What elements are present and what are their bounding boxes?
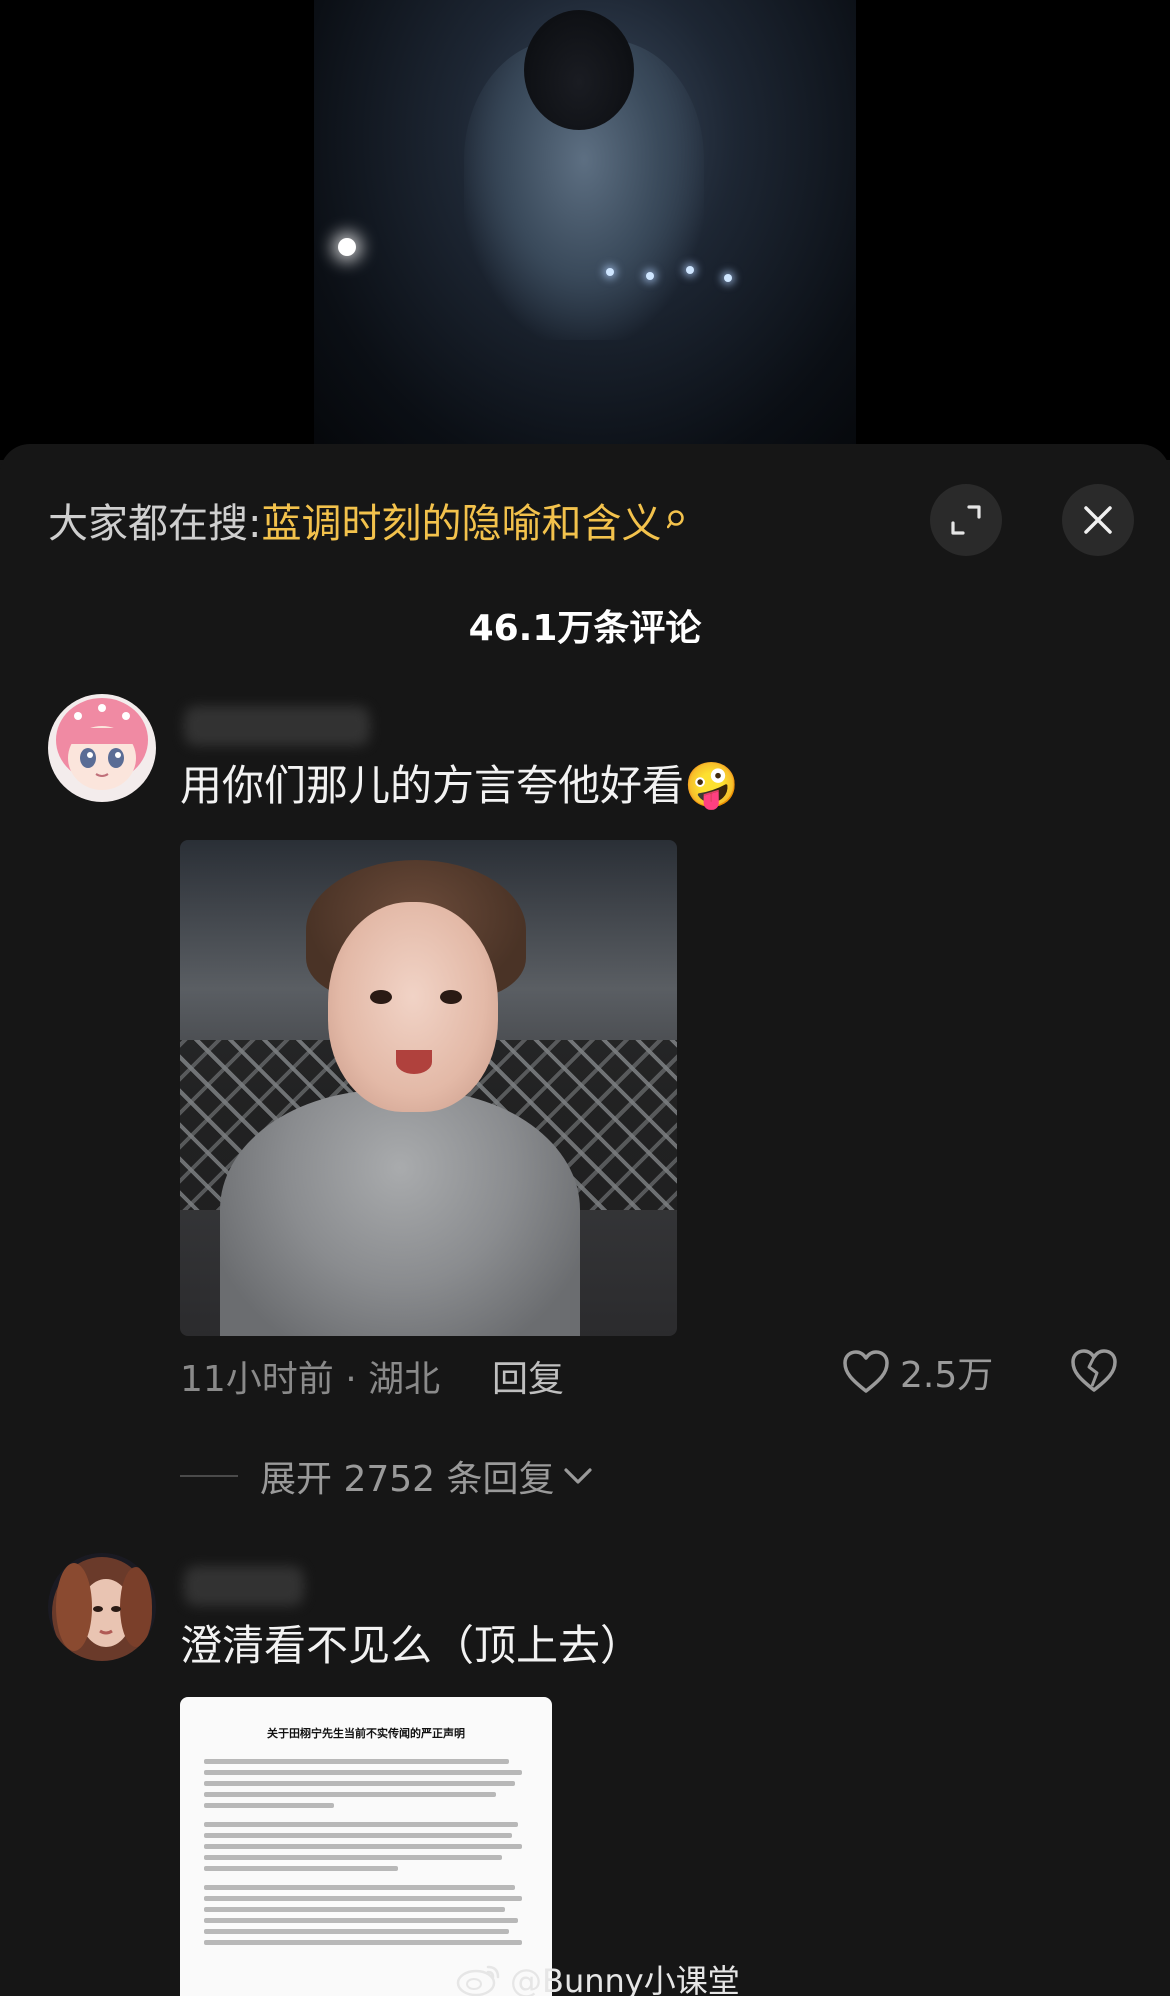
dislike-button[interactable]: [1070, 1348, 1118, 1398]
expand-button[interactable]: [930, 484, 1002, 556]
like-count: 2.5万: [900, 1355, 994, 1396]
chevron-down-icon: [563, 1468, 592, 1484]
comment-text: 澄清看不见么（顶上去）: [180, 1621, 643, 1670]
search-icon: [667, 495, 689, 529]
username-blurred[interactable]: [184, 1566, 304, 1606]
expand-replies-label: 展开 2752 条回复: [260, 1459, 555, 1500]
close-button[interactable]: [1062, 484, 1134, 556]
trending-search[interactable]: 大家都在搜: 蓝调时刻的隐喻和含义: [48, 490, 689, 550]
document-title: 关于田栩宁先生当前不实传闻的严正声明: [267, 1727, 465, 1740]
document-line: [204, 1770, 522, 1775]
video-bokeh: [646, 272, 654, 280]
watermark: @Bunny小课堂: [456, 1956, 740, 1996]
document-line: [204, 1866, 399, 1871]
weibo-logo-icon: [456, 1965, 500, 1996]
emoji: 🤪: [684, 760, 739, 811]
document-line: [204, 1896, 522, 1901]
heart-icon: [843, 1350, 889, 1393]
video-bokeh: [724, 274, 732, 282]
comment-body: 用你们那儿的方言夸他好看: [180, 761, 685, 810]
avatar[interactable]: [48, 1553, 156, 1661]
document-line: [204, 1844, 522, 1849]
comment-image[interactable]: [180, 840, 677, 1336]
video-light: [338, 238, 356, 256]
document-line: [204, 1803, 334, 1808]
video-player[interactable]: [0, 0, 1170, 460]
comment-text: 用你们那儿的方言夸他好看🤪: [180, 752, 739, 813]
video-frame: [314, 0, 856, 460]
image-person-body: [220, 1090, 580, 1336]
video-figure-head: [524, 10, 634, 130]
divider: [180, 1475, 238, 1477]
image-person-eye: [440, 990, 462, 1004]
trending-search-term[interactable]: 蓝调时刻的隐喻和含义: [261, 491, 661, 549]
document-line: [204, 1833, 512, 1838]
broken-heart-icon: [1071, 1349, 1117, 1392]
username-blurred[interactable]: [184, 706, 370, 746]
comment-meta: 11小时前 · 湖北: [180, 1359, 441, 1400]
video-bokeh: [686, 266, 694, 274]
image-person-mouth: [396, 1050, 432, 1074]
document-line: [204, 1792, 496, 1797]
document-line: [204, 1918, 519, 1923]
document-line: [204, 1855, 503, 1860]
document-line: [204, 1822, 519, 1827]
video-bokeh: [606, 268, 614, 276]
close-icon: [1084, 506, 1112, 534]
trending-search-prefix: 大家都在搜:: [48, 501, 262, 547]
expand-replies-button[interactable]: 展开 2752 条回复: [180, 1450, 595, 1502]
reply-button[interactable]: 回复: [492, 1350, 564, 1402]
comment-count-title: 46.1万条评论: [468, 608, 702, 649]
document-line: [204, 1759, 509, 1764]
document-line: [204, 1907, 506, 1912]
document-line: [204, 1781, 516, 1786]
document-line: [204, 1929, 509, 1934]
comment-image-document[interactable]: 关于田栩宁先生当前不实传闻的严正声明: [180, 1697, 552, 1996]
avatar[interactable]: [48, 694, 156, 802]
document-line: [204, 1885, 516, 1890]
expand-icon: [951, 505, 981, 535]
image-person-face: [328, 902, 498, 1112]
like-button[interactable]: 2.5万: [842, 1346, 993, 1398]
image-person-eye: [370, 990, 392, 1004]
watermark-text: @Bunny小课堂: [510, 1962, 740, 1996]
comment-sheet: 大家都在搜: 蓝调时刻的隐喻和含义 46.1万条评论 用你们那儿的方言夸他好看🤪…: [0, 444, 1170, 1996]
document-line: [204, 1940, 522, 1945]
